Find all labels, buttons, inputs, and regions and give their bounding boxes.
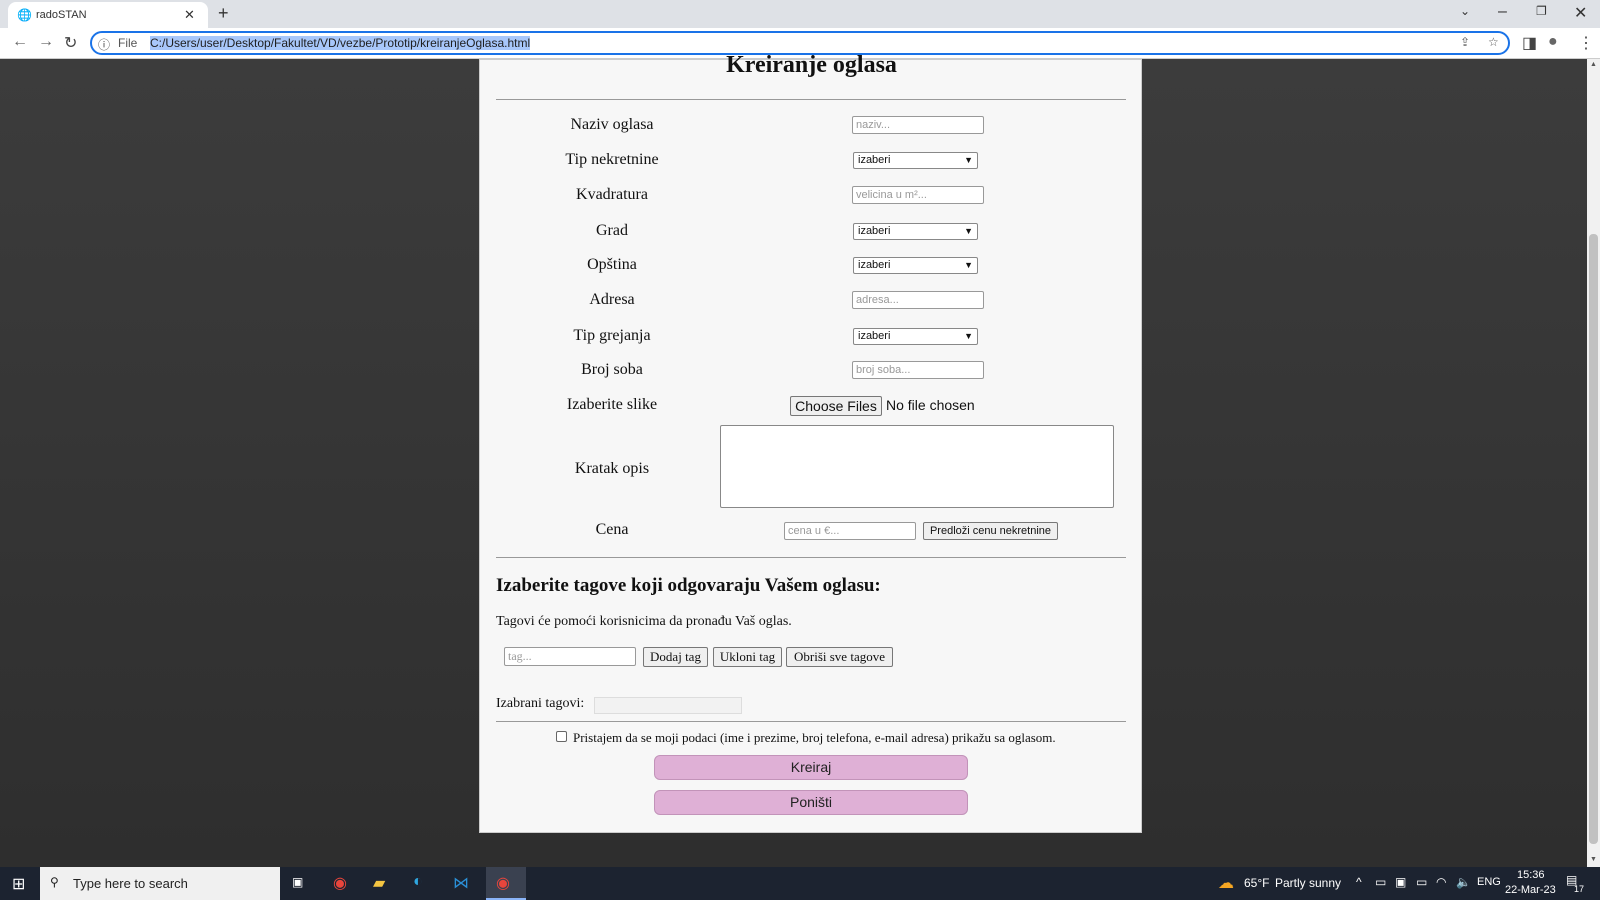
- side-panel-icon[interactable]: ◨: [1522, 33, 1537, 53]
- meet-icon[interactable]: ▭: [1375, 875, 1386, 889]
- battery-icon[interactable]: ▭: [1416, 875, 1427, 889]
- clock-time[interactable]: 15:36: [1517, 869, 1545, 881]
- share-icon[interactable]: ⇪: [1460, 35, 1470, 49]
- file-status: No file chosen: [886, 397, 975, 413]
- scrollbar-thumb[interactable]: [1589, 234, 1598, 844]
- kvadratura-input[interactable]: velicina u m²...: [852, 186, 984, 204]
- chrome-icon[interactable]: ◉: [333, 873, 347, 893]
- clear-tags-button[interactable]: Obriši sve tagove: [786, 647, 893, 667]
- page-title: Kreiranje oglasa: [726, 52, 897, 78]
- browser-tab[interactable]: 🌐 radoSTAN ✕: [8, 2, 208, 28]
- label-tip-nekretnine: Tip nekretnine: [565, 151, 659, 168]
- add-tag-button[interactable]: Dodaj tag: [643, 647, 708, 667]
- divider: [496, 721, 1126, 722]
- chevron-down-icon: ▼: [964, 260, 973, 270]
- remove-tag-button[interactable]: Ukloni tag: [713, 647, 782, 667]
- select-value: izaberi: [858, 330, 891, 342]
- language-indicator[interactable]: ENG: [1477, 876, 1501, 888]
- edge-icon[interactable]: ◐: [413, 873, 423, 891]
- label-tip-grejanja: Tip grejanja: [573, 327, 651, 344]
- page-viewport: Kreiranje oglasa Naziv oglasa naziv... T…: [0, 52, 1587, 867]
- menu-icon[interactable]: ⋮: [1578, 33, 1594, 53]
- opstina-select[interactable]: izaberi ▼: [853, 257, 978, 274]
- tag-input[interactable]: tag...: [504, 647, 636, 666]
- close-tab-icon[interactable]: ✕: [184, 7, 195, 23]
- consent-checkbox[interactable]: [556, 731, 567, 742]
- windows-start-icon[interactable]: ⊞: [12, 874, 25, 894]
- restore-icon[interactable]: ❐: [1536, 4, 1547, 18]
- label-grad: Grad: [596, 222, 628, 239]
- weather-temp: 65°F: [1244, 876, 1270, 890]
- wifi-icon[interactable]: ◠: [1436, 875, 1446, 889]
- chevron-down-icon: ▼: [964, 155, 973, 165]
- select-value: izaberi: [858, 259, 891, 271]
- reload-icon[interactable]: ↻: [64, 33, 77, 53]
- info-icon: ⓘ: [98, 38, 111, 52]
- chevron-down-icon: ▼: [964, 331, 973, 341]
- opis-textarea[interactable]: [720, 425, 1114, 508]
- url-scheme: File: [118, 36, 138, 50]
- select-value: izaberi: [858, 154, 891, 166]
- weather-icon: ☁: [1218, 875, 1234, 892]
- divider: [496, 557, 1126, 558]
- chevron-down-icon: ▼: [964, 226, 973, 236]
- label-cena: Cena: [595, 521, 629, 538]
- search-placeholder: Type here to search: [73, 876, 188, 891]
- tab-search-icon[interactable]: ⌄: [1460, 4, 1470, 18]
- cancel-button[interactable]: Poništi: [654, 790, 968, 815]
- choose-files-button[interactable]: Choose Files: [790, 396, 882, 416]
- tab-strip: 🌐 radoSTAN ✕ + ⌄ – ❐ ✕: [0, 0, 1600, 28]
- tip-nekretnine-select[interactable]: izaberi ▼: [853, 152, 978, 169]
- chrome-active-icon[interactable]: ◉: [486, 867, 526, 900]
- label-opstina: Opština: [587, 256, 637, 273]
- search-icon: ⚲: [50, 875, 59, 889]
- adresa-input[interactable]: adresa...: [852, 291, 984, 309]
- file-explorer-icon[interactable]: ▰: [373, 873, 385, 893]
- task-view-icon[interactable]: ▣: [292, 875, 303, 889]
- divider: [496, 99, 1126, 100]
- broj-soba-input[interactable]: broj soba...: [852, 361, 984, 379]
- selected-tags-label: Izabrani tagovi:: [496, 696, 585, 711]
- forward-icon[interactable]: →: [38, 33, 54, 51]
- select-value: izaberi: [858, 225, 891, 237]
- tip-grejanja-select[interactable]: izaberi ▼: [853, 328, 978, 345]
- profile-icon[interactable]: ●: [1548, 33, 1558, 51]
- grad-select[interactable]: izaberi ▼: [853, 223, 978, 240]
- suggest-price-button[interactable]: Predloži cenu nekretnine: [923, 522, 1058, 540]
- label-naziv: Naziv oglasa: [570, 116, 654, 133]
- new-tab-icon[interactable]: +: [218, 3, 229, 24]
- clock-date[interactable]: 22-Mar-23: [1505, 884, 1556, 896]
- notification-count: 17: [1574, 884, 1585, 894]
- label-slike: Izaberite slike: [566, 396, 658, 413]
- naziv-input[interactable]: naziv...: [852, 116, 984, 134]
- globe-icon: 🌐: [17, 8, 32, 22]
- url-text: C:/Users/user/Desktop/Fakultet/VD/vezbe/…: [150, 36, 531, 50]
- form-panel: Kreiranje oglasa Naziv oglasa naziv... T…: [479, 52, 1142, 833]
- tags-heading: Izaberite tagove koji odgovaraju Vašem o…: [496, 575, 881, 596]
- vscode-icon[interactable]: ⋈: [453, 873, 469, 893]
- label-kvadratura: Kvadratura: [576, 186, 648, 203]
- volume-icon[interactable]: 🔈: [1456, 875, 1471, 889]
- taskbar-search[interactable]: ⚲ Type here to search: [40, 867, 280, 900]
- display-icon[interactable]: ▣: [1395, 875, 1406, 889]
- minimize-icon[interactable]: –: [1498, 3, 1507, 21]
- label-broj-soba: Broj soba: [581, 361, 643, 378]
- taskbar: ⊞ ⚲ Type here to search ▣ ◉ ▰ ◐ ⋈ ◉ ☁ 65…: [0, 867, 1600, 900]
- back-icon[interactable]: ←: [12, 33, 28, 51]
- selected-tags-field: [594, 697, 742, 714]
- consent-label: Pristajem da se moji podaci (ime i prezi…: [573, 730, 1056, 745]
- cena-input[interactable]: cena u €...: [784, 522, 916, 540]
- tags-hint: Tagovi će pomoći korisnicima da pronađu …: [496, 614, 792, 629]
- tab-title: radoSTAN: [36, 9, 87, 21]
- create-button[interactable]: Kreiraj: [654, 755, 968, 780]
- scroll-up-icon[interactable]: ▲: [1590, 61, 1597, 68]
- weather-text: Partly sunny: [1275, 876, 1342, 890]
- star-icon[interactable]: ☆: [1488, 35, 1499, 49]
- label-adresa: Adresa: [589, 291, 635, 308]
- label-opis: Kratak opis: [574, 460, 650, 477]
- close-window-icon[interactable]: ✕: [1574, 3, 1587, 23]
- scroll-down-icon[interactable]: ▼: [1590, 856, 1597, 863]
- chevron-up-icon[interactable]: ^: [1356, 875, 1362, 889]
- scrollbar[interactable]: ▲ ▼: [1587, 59, 1600, 867]
